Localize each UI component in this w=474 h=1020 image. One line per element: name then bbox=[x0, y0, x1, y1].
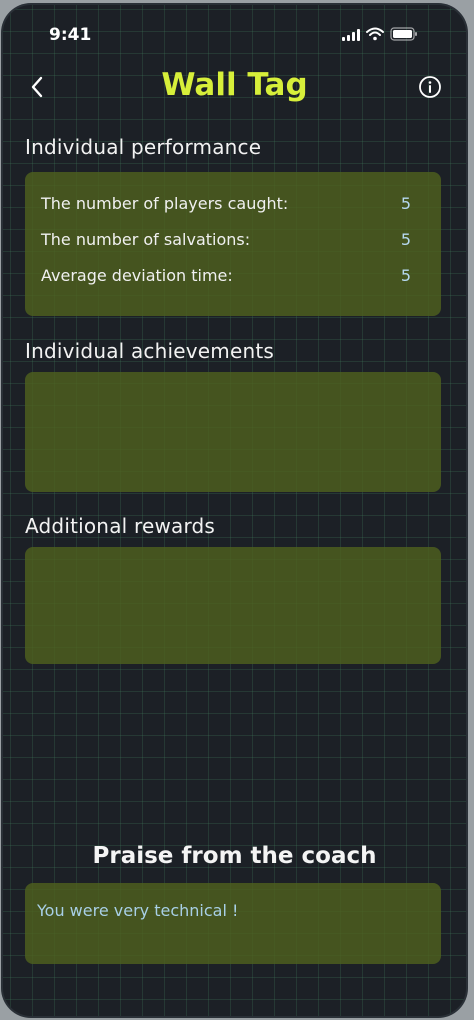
stat-label: Average deviation time: bbox=[41, 266, 233, 285]
stat-value: 5 bbox=[400, 194, 411, 213]
achievements-section-title: Individual achievements bbox=[25, 339, 275, 363]
stat-value: 5 bbox=[400, 266, 411, 285]
status-bar: 9:41 bbox=[1, 3, 468, 65]
battery-icon bbox=[390, 26, 418, 45]
stat-row-players-caught: The number of players caught: 5 bbox=[41, 194, 411, 216]
praise-section-title: Praise from the coach bbox=[92, 843, 377, 869]
phone-screen: 9:41 Wall Tag Individual performance The… bbox=[1, 3, 468, 1018]
praise-text: You were very technical ! bbox=[37, 901, 239, 920]
rewards-card bbox=[25, 547, 441, 664]
praise-card: You were very technical ! bbox=[25, 883, 441, 964]
wifi-icon bbox=[366, 26, 384, 45]
stat-label: The number of players caught: bbox=[41, 194, 289, 213]
header: Wall Tag bbox=[1, 65, 468, 109]
achievements-card bbox=[25, 372, 441, 492]
status-icons bbox=[342, 26, 418, 45]
stat-row-deviation-time: Average deviation time: 5 bbox=[41, 266, 411, 288]
rewards-section-title: Additional rewards bbox=[25, 514, 216, 538]
performance-section-title: Individual performance bbox=[25, 135, 262, 159]
status-time: 9:41 bbox=[49, 25, 92, 45]
info-button[interactable] bbox=[416, 73, 444, 101]
page-title: Wall Tag bbox=[161, 67, 308, 103]
stat-row-salvations: The number of salvations: 5 bbox=[41, 230, 411, 252]
stat-value: 5 bbox=[400, 230, 411, 249]
performance-card: The number of players caught: 5 The numb… bbox=[25, 172, 441, 316]
stat-label: The number of salvations: bbox=[41, 230, 251, 249]
info-circle-icon bbox=[419, 76, 441, 98]
signal-icon bbox=[342, 29, 360, 41]
